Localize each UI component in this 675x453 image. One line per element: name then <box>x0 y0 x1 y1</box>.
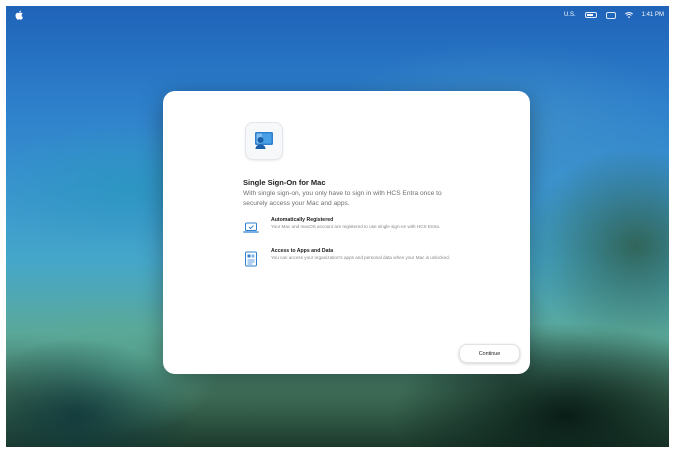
continue-button[interactable]: Continue <box>459 344 520 363</box>
feature-description: You can access your organization's apps … <box>271 255 450 260</box>
laptop-registered-icon <box>243 220 259 236</box>
battery-icon[interactable] <box>584 12 597 18</box>
feature-access-apps-data: Access to Apps and Data You can access y… <box>243 248 473 278</box>
clock[interactable]: 1:41 PM <box>642 12 664 18</box>
menu-bar: U.S. 1:41 PM <box>6 6 669 24</box>
feature-title: Automatically Registered <box>271 217 334 223</box>
dialog-subtitle: With single sign-on, you only have to si… <box>243 190 442 207</box>
feature-title: Access to Apps and Data <box>271 248 334 254</box>
company-portal-icon <box>245 122 283 160</box>
keyboard-layout-menu[interactable]: U.S. <box>564 12 576 18</box>
apple-icon[interactable] <box>15 10 23 20</box>
feature-description: Your Mac and macOS account are registere… <box>271 224 441 229</box>
control-center-icon[interactable] <box>605 11 616 19</box>
feature-automatically-registered: Automatically Registered Your Mac and ma… <box>243 217 473 247</box>
dialog-title: Single Sign-On for Mac <box>243 178 326 187</box>
apps-data-icon <box>243 251 259 267</box>
desktop: U.S. 1:41 PM Single Sign-On for Mac With… <box>6 6 669 447</box>
wifi-icon[interactable] <box>624 12 633 18</box>
status-menus: U.S. 1:41 PM <box>564 11 664 19</box>
sso-dialog: Single Sign-On for Mac With single sign-… <box>163 91 530 374</box>
